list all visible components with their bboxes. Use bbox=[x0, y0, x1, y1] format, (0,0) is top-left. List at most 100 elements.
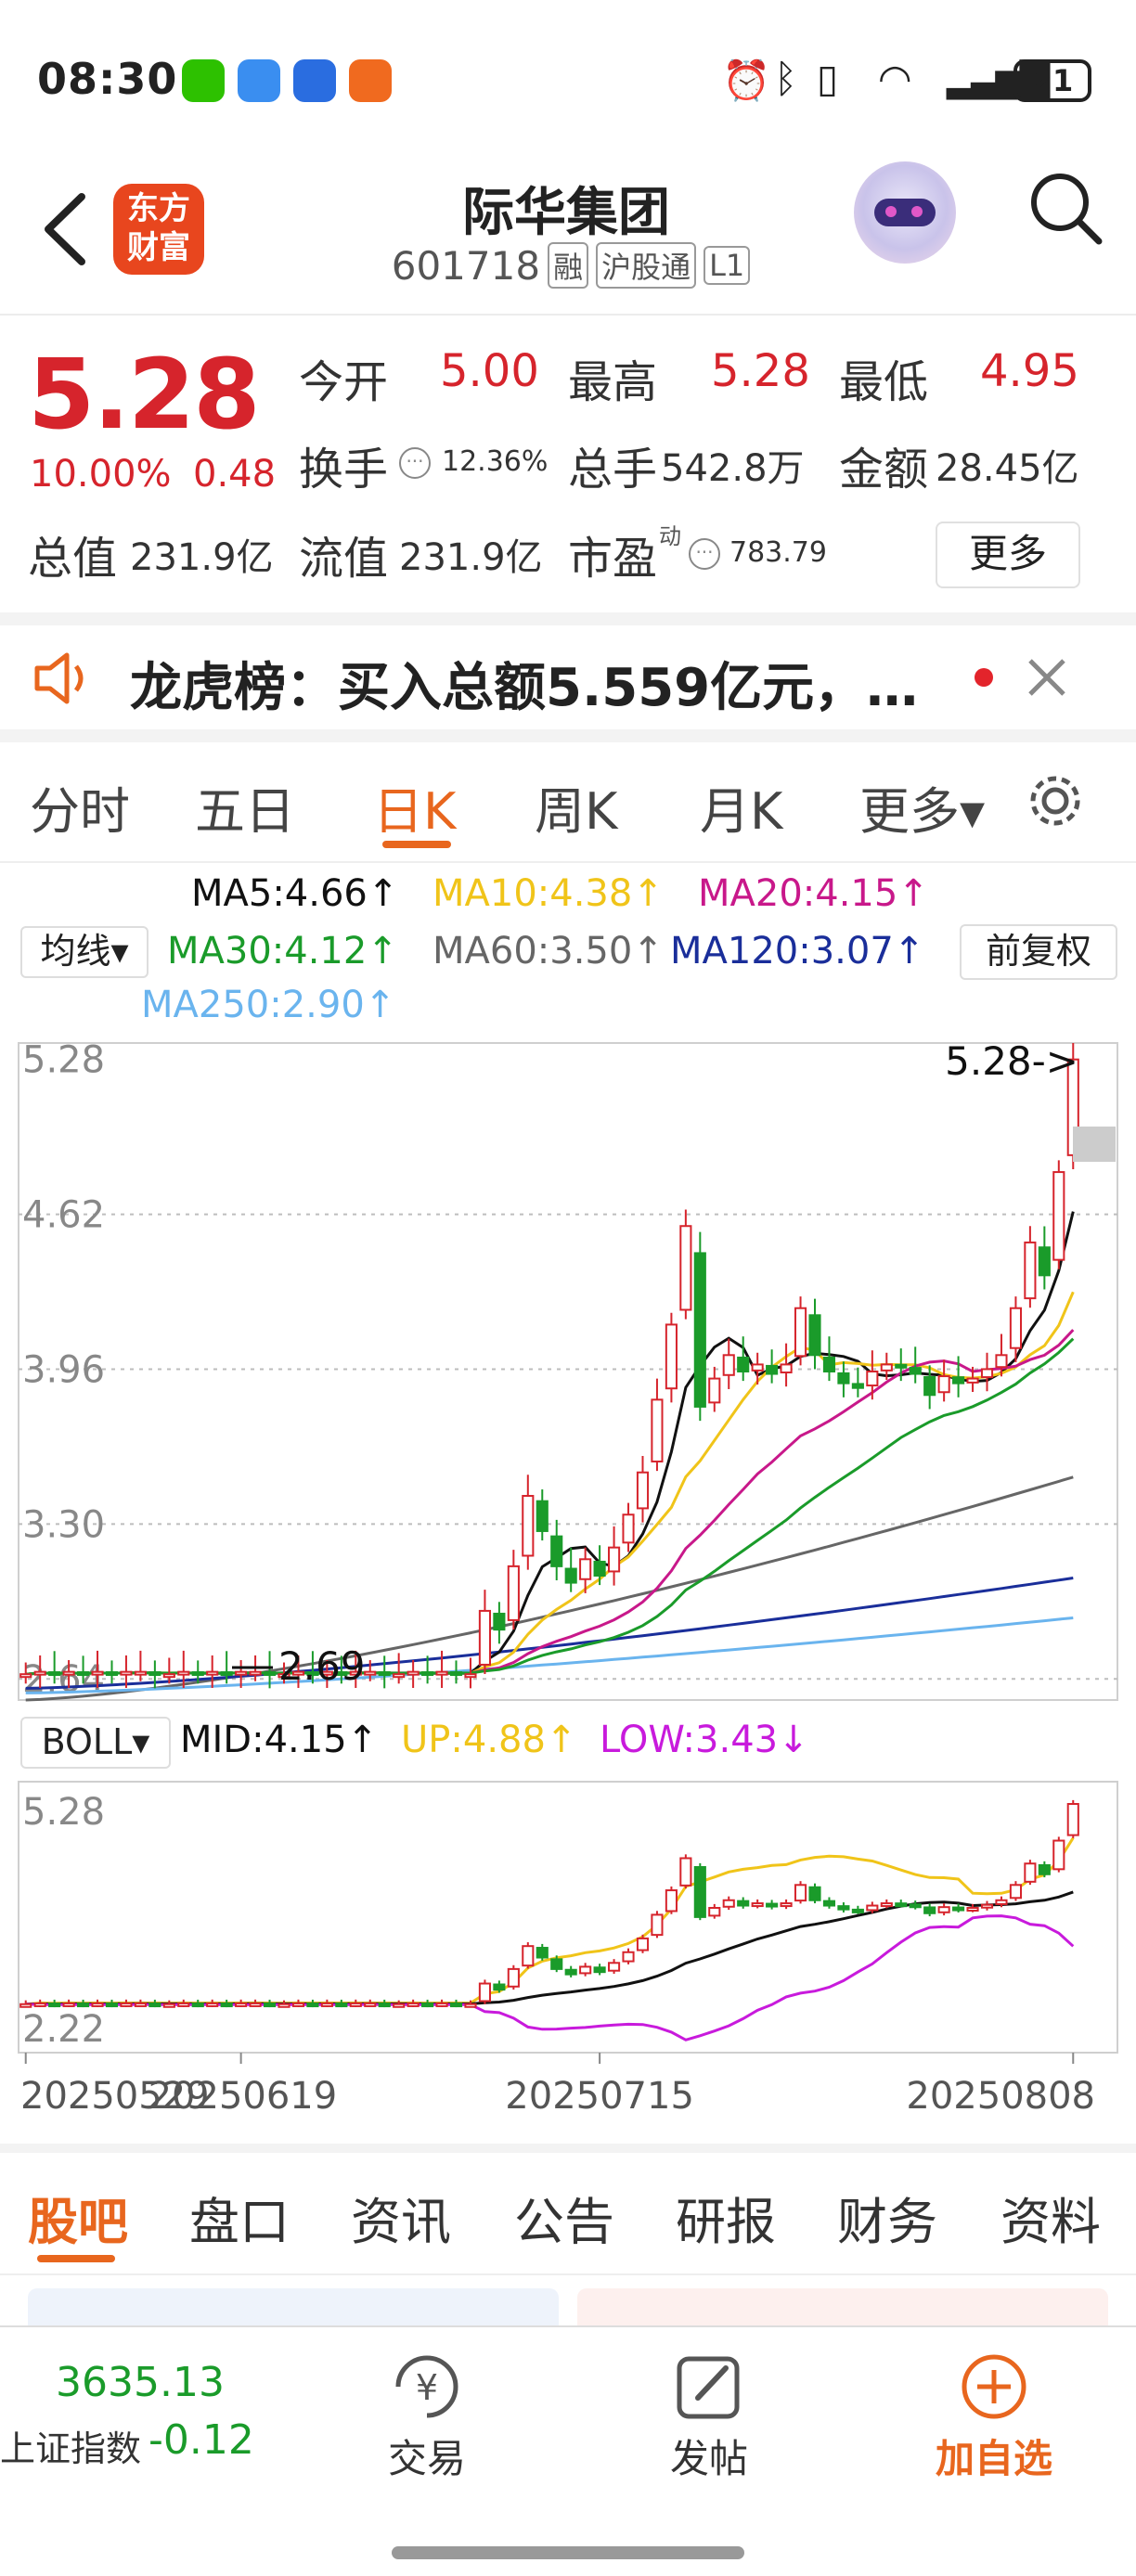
tab-news[interactable]: 资讯 bbox=[351, 2181, 451, 2254]
turnover-value: 12.36% bbox=[442, 445, 549, 478]
notice-text: 龙虎榜：买入总额5.559亿元，… bbox=[130, 658, 919, 718]
active-tab-indicator bbox=[37, 2255, 115, 2262]
boll-low-label: LOW:3.43↓ bbox=[600, 1719, 809, 1761]
amount-value: 28.45亿 bbox=[936, 447, 1079, 490]
candle bbox=[493, 1612, 506, 1631]
tab-profile[interactable]: 资料 bbox=[1000, 2181, 1101, 2254]
candle bbox=[808, 1314, 821, 1357]
candle bbox=[407, 1670, 420, 1676]
more-button[interactable]: 更多 bbox=[936, 522, 1080, 588]
add-watchlist-button[interactable]: 加自选 bbox=[915, 2350, 1073, 2507]
tab-five-day[interactable]: 五日 bbox=[195, 770, 295, 844]
y-tick-label: 5.28 bbox=[22, 1039, 105, 1082]
tag-level: L1 bbox=[704, 246, 751, 285]
boll-candle bbox=[708, 1907, 721, 1917]
quote-panel: 5.28 10.00% 0.48 今开 5.00 最高 5.28 最低 4.95… bbox=[0, 317, 1136, 614]
boll-candle bbox=[335, 2003, 348, 2008]
post-button[interactable]: 发帖 bbox=[644, 2350, 774, 2507]
ma5-label: MA5:4.66↑ bbox=[191, 872, 399, 915]
kline-svg[interactable]: 5.284.623.963.302.645.28->2.695.282.2220… bbox=[0, 1030, 1136, 2144]
content-card-left bbox=[28, 2288, 559, 2325]
boll-candle bbox=[679, 1857, 692, 1887]
indicator-select[interactable]: 均线▾ bbox=[20, 926, 148, 978]
status-bar: 08:30 ⏰ ᛒ ▯ ◠ ▂▃▅▇ 21 bbox=[0, 0, 1136, 158]
boll-candle bbox=[120, 2002, 133, 2007]
pe-label: 市盈 bbox=[568, 533, 658, 585]
y-tick-label: 3.30 bbox=[22, 1503, 105, 1546]
price-cursor-tag bbox=[1073, 1127, 1116, 1162]
tab-order-book[interactable]: 盘口 bbox=[189, 2181, 290, 2254]
candle bbox=[708, 1377, 721, 1404]
trade-label: 交易 bbox=[387, 2436, 466, 2481]
wifi-icon: ◠ bbox=[878, 56, 912, 101]
ma250-label: MA250:2.90↑ bbox=[141, 984, 396, 1026]
robot-assistant-icon[interactable] bbox=[854, 161, 956, 264]
tab-guba[interactable]: 股吧 bbox=[28, 2181, 128, 2254]
boll-candle bbox=[923, 1906, 936, 1914]
divider bbox=[0, 2144, 1136, 2153]
candle bbox=[105, 1671, 119, 1677]
boll-candle bbox=[1066, 1803, 1079, 1836]
back-icon[interactable] bbox=[37, 187, 93, 271]
candle bbox=[679, 1225, 692, 1311]
boll-candle bbox=[378, 2003, 391, 2008]
boll-select[interactable]: BOLL▾ bbox=[20, 1717, 171, 1769]
boll-candle bbox=[235, 2002, 248, 2007]
candle bbox=[435, 1670, 448, 1676]
high-label: 最高 bbox=[568, 356, 658, 408]
ma20-label: MA20:4.15↑ bbox=[698, 872, 929, 915]
trade-button[interactable]: ¥ 交易 bbox=[362, 2350, 492, 2507]
tab-research[interactable]: 研报 bbox=[676, 2181, 776, 2254]
boll-candle bbox=[651, 1913, 664, 1937]
boll-candle bbox=[995, 1899, 1008, 1905]
index-widget[interactable]: 3635.13 上证指数 -0.12 bbox=[0, 2346, 288, 2485]
candle bbox=[608, 1546, 621, 1573]
candle bbox=[651, 1398, 664, 1462]
settings-gear-icon[interactable] bbox=[1025, 770, 1086, 831]
candle bbox=[837, 1372, 850, 1385]
candle bbox=[751, 1363, 764, 1372]
volume-value: 542.8万 bbox=[661, 447, 805, 490]
boll-candle bbox=[851, 1908, 864, 1913]
tag-hk-connect: 沪股通 bbox=[596, 242, 697, 289]
candle bbox=[393, 1673, 406, 1679]
kline-chart[interactable]: 5.28 4.62 3.96 3.30 2.64 5.28-> 2.69 5.28 2.22 20… bbox=[0, 1030, 1136, 2144]
candle bbox=[249, 1670, 262, 1676]
tab-daily-k[interactable]: 日K bbox=[373, 770, 456, 844]
tab-announcements[interactable]: 公告 bbox=[514, 2181, 614, 2254]
tab-finance[interactable]: 财务 bbox=[837, 2181, 937, 2254]
candle bbox=[579, 1558, 592, 1580]
candle bbox=[33, 1670, 46, 1676]
boll-candle bbox=[33, 2002, 46, 2007]
tab-monthly-k[interactable]: 月K bbox=[700, 770, 782, 844]
tab-more[interactable]: 更多▾ bbox=[859, 770, 985, 844]
boll-candle bbox=[693, 1865, 706, 1918]
candle bbox=[449, 1671, 463, 1677]
boll-candle bbox=[393, 2003, 406, 2008]
compose-icon bbox=[677, 2356, 740, 2419]
candle bbox=[980, 1368, 994, 1379]
boll-candle bbox=[909, 1903, 922, 1909]
vibrate-icon: ▯ bbox=[817, 56, 839, 101]
search-icon[interactable] bbox=[1025, 167, 1108, 251]
pe-info-icon[interactable]: ··· bbox=[689, 538, 720, 570]
candle bbox=[77, 1671, 90, 1677]
notice-bar[interactable]: 龙虎榜：买入总额5.559亿元，… bbox=[0, 627, 1136, 729]
ma30-line bbox=[25, 1337, 1075, 1676]
info-icon[interactable]: ··· bbox=[399, 447, 431, 479]
boll-candle bbox=[722, 1899, 735, 1908]
candle bbox=[48, 1671, 61, 1677]
candle bbox=[966, 1377, 979, 1384]
adjust-select[interactable]: 前复权 bbox=[960, 924, 1117, 980]
tab-intraday[interactable]: 分时 bbox=[30, 770, 130, 844]
candle bbox=[522, 1495, 535, 1557]
index-change: -0.12 bbox=[148, 2416, 254, 2464]
low-value: 4.95 bbox=[980, 345, 1079, 397]
app-logo[interactable]: 东方 财富 bbox=[113, 184, 204, 275]
candle bbox=[507, 1565, 520, 1621]
active-tab-indicator bbox=[382, 841, 451, 848]
tab-weekly-k[interactable]: 周K bbox=[535, 770, 617, 844]
close-icon[interactable] bbox=[1025, 655, 1069, 700]
boll-low-line bbox=[25, 1914, 1075, 2041]
content-tabs: 股吧 盘口 资讯 公告 研报 财务 资料 bbox=[0, 2153, 1136, 2275]
